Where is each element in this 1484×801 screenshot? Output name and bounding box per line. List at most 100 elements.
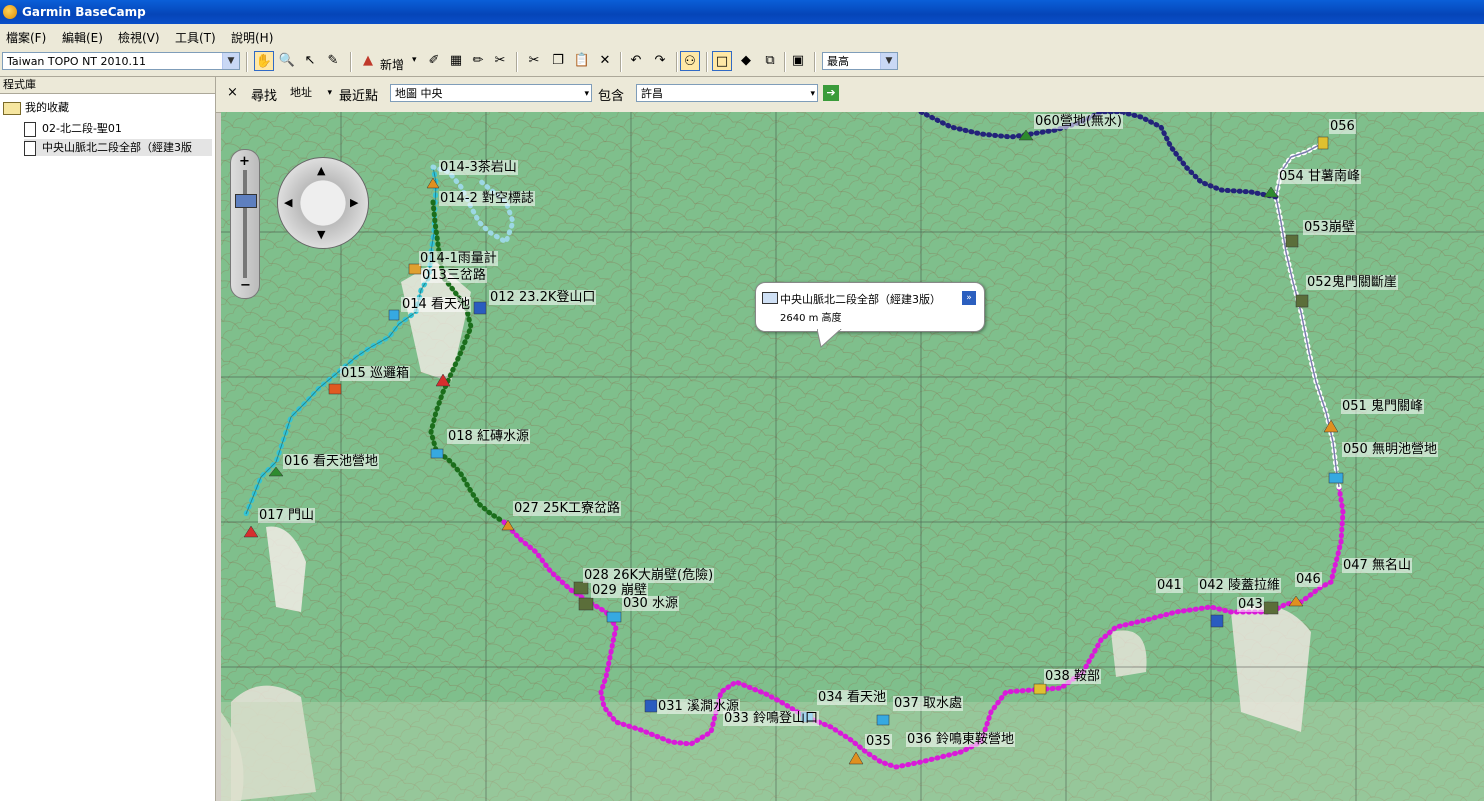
menu-tools[interactable]: 工具(T) [175, 29, 216, 46]
waypoint-label[interactable]: 012 23.2K登山口 [489, 290, 597, 305]
waypoint-label[interactable]: 036 鈴鳴東鞍營地 [906, 732, 1015, 747]
waypoint-label[interactable]: 015 巡邏箱 [340, 366, 410, 381]
waypoint-label[interactable]: 054 甘薯南峰 [1278, 169, 1361, 184]
folder-label: 我的收藏 [25, 101, 69, 114]
basecamp-app-icon [3, 5, 17, 19]
detail-level-select[interactable]: 最高 ▼ [822, 52, 898, 70]
window-title: Garmin BaseCamp [22, 5, 146, 19]
waypoint-label[interactable]: 013三岔路 [421, 268, 487, 283]
redo-icon[interactable]: ↷ [650, 51, 670, 71]
map-product-select[interactable]: Taiwan TOPO NT 2010.11 ▼ [2, 52, 240, 70]
nearest-label: 最近點 [339, 89, 379, 104]
list-item-selected[interactable]: 中央山脈北二段全部（經建3版 [24, 139, 212, 156]
map-search-field[interactable]: 地圖 中央 ▾ [390, 84, 592, 102]
track-icon [762, 292, 778, 304]
select-tool-icon[interactable]: ↖ [300, 51, 320, 71]
zoom-slider[interactable]: + − [230, 149, 260, 299]
toolbar-separator [784, 52, 786, 72]
area-tool-icon[interactable]: ▦ [446, 51, 466, 71]
track-tool-icon[interactable]: ✏ [468, 51, 488, 71]
waypoint-label[interactable]: 053崩壁 [1303, 220, 1356, 235]
list-item-label: 02-北二段-聖01 [42, 122, 122, 135]
track-info-popup[interactable]: 中央山脈北二段全部（經建3版） 2640 m 高度 » [755, 282, 985, 332]
waypoint-label[interactable]: 014 看天池 [401, 297, 471, 312]
contains-label: 包含 [598, 89, 625, 104]
popup-track-name: 中央山脈北二段全部（經建3版） [780, 293, 941, 306]
chevron-down-icon: ▼ [222, 53, 239, 69]
find-label: 尋找 [251, 89, 278, 104]
waypoint-label[interactable]: 014-3茶岩山 [439, 160, 518, 175]
toolbar-separator [676, 52, 678, 72]
fit-map-icon[interactable]: ▣ [788, 51, 808, 71]
copy-icon[interactable]: ❐ [548, 51, 568, 71]
find-binoculars-icon[interactable]: ⚇ [680, 51, 700, 71]
list-item[interactable]: 02-北二段-聖01 [24, 120, 122, 137]
find-type-select[interactable]: 地址 ▾ [286, 84, 334, 102]
pan-down-icon[interactable]: ▼ [317, 228, 325, 241]
waypoint-label[interactable]: 018 紅磚水源 [447, 429, 530, 444]
waypoint-label[interactable]: 014-1雨量計 [419, 251, 498, 266]
view-2d-icon[interactable]: □ [712, 51, 732, 71]
chevron-down-icon: ▼ [880, 53, 897, 69]
pan-left-icon[interactable]: ◀ [284, 196, 292, 209]
waypoint-label[interactable]: 038 鞍部 [1044, 669, 1101, 684]
waypoint-label[interactable]: 034 看天池 [817, 690, 887, 705]
pan-control[interactable]: ▲ ▼ ◀ ▶ [277, 157, 369, 249]
waypoint-label[interactable]: 051 鬼門關峰 [1341, 399, 1424, 414]
pan-up-icon[interactable]: ▲ [317, 164, 325, 177]
undo-icon[interactable]: ↶ [626, 51, 646, 71]
paste-icon[interactable]: 📋 [572, 51, 592, 71]
zoom-in-icon[interactable]: + [239, 154, 250, 169]
library-panel: 程式庫 我的收藏 02-北二段-聖01 中央山脈北二段全部（經建3版 [0, 77, 216, 801]
route-tool-icon[interactable]: ✐ [424, 51, 444, 71]
pan-right-icon[interactable]: ▶ [350, 196, 358, 209]
cut-icon[interactable]: ✂ [524, 51, 544, 71]
waypoint-label[interactable]: 037 取水處 [893, 696, 963, 711]
waypoint-label[interactable]: 035 [865, 734, 892, 749]
list-icon [24, 140, 36, 156]
title-bar: Garmin BaseCamp [0, 0, 1484, 24]
delete-icon[interactable]: ✕ [595, 51, 615, 71]
map-canvas[interactable]: + − ▲ ▼ ◀ ▶ 014-3茶岩山 014-2 對空標誌 014-1雨量計… [221, 112, 1484, 801]
waypoint-label[interactable]: 043 [1237, 597, 1264, 612]
menu-edit[interactable]: 編輯(E) [62, 29, 103, 46]
zoom-out-icon[interactable]: − [240, 278, 251, 293]
waypoint-label[interactable]: 046 [1295, 572, 1322, 587]
waypoint-label[interactable]: 016 看天池營地 [283, 454, 379, 469]
library-header: 程式庫 [0, 77, 215, 94]
zoom-tool-icon[interactable]: 🔍 [277, 51, 297, 71]
new-button-label[interactable]: 新增 [380, 56, 404, 73]
split-tool-icon[interactable]: ✂ [490, 51, 510, 71]
waypoint-label[interactable]: 027 25K工寮岔路 [513, 501, 622, 516]
waypoint-label[interactable]: 052鬼門關斷崖 [1306, 275, 1398, 290]
waypoint-label[interactable]: 028 26K大崩壁(危險) [583, 568, 715, 583]
menu-view[interactable]: 檢視(V) [118, 29, 160, 46]
waypoint-label[interactable]: 042 陵蓋拉維 [1198, 578, 1281, 593]
menu-help[interactable]: 說明(H) [231, 29, 273, 46]
waypoint-label[interactable]: 017 門山 [258, 508, 315, 523]
view-3d-icon[interactable]: ◆ [736, 51, 756, 71]
popup-pointer [817, 329, 842, 348]
menu-file[interactable]: 檔案(F) [6, 29, 46, 46]
waypoint-label[interactable]: 014-2 對空標誌 [439, 191, 535, 206]
map-layer-icon[interactable]: ⧉ [760, 51, 780, 71]
new-dropdown-icon[interactable]: ▾ [412, 55, 417, 65]
waypoint-label[interactable]: 030 水源 [622, 596, 679, 611]
waypoint-label[interactable]: 056 [1329, 119, 1356, 134]
measure-tool-icon[interactable]: ✎ [323, 51, 343, 71]
close-find-button[interactable]: × [227, 85, 238, 100]
new-waypoint-icon[interactable]: ▲ [358, 51, 378, 71]
go-search-icon[interactable]: ➔ [823, 85, 839, 101]
waypoint-label[interactable]: 050 無明池營地 [1342, 442, 1438, 457]
zoom-thumb[interactable] [235, 194, 257, 208]
folder-icon [3, 101, 21, 115]
folder-my-collection[interactable]: 我的收藏 [3, 99, 69, 115]
waypoint-label[interactable]: 033 鈴鳴登山口 [723, 711, 819, 726]
detail-level-value: 最高 [827, 55, 849, 68]
waypoint-label[interactable]: 047 無名山 [1342, 558, 1412, 573]
hand-tool-icon[interactable]: ✋ [254, 51, 274, 71]
waypoint-label[interactable]: 060營地(無水) [1034, 114, 1123, 129]
waypoint-label[interactable]: 041 [1156, 578, 1183, 593]
expand-arrow-icon[interactable]: » [962, 291, 976, 305]
contains-search-field[interactable]: 許昌 ▾ [636, 84, 818, 102]
